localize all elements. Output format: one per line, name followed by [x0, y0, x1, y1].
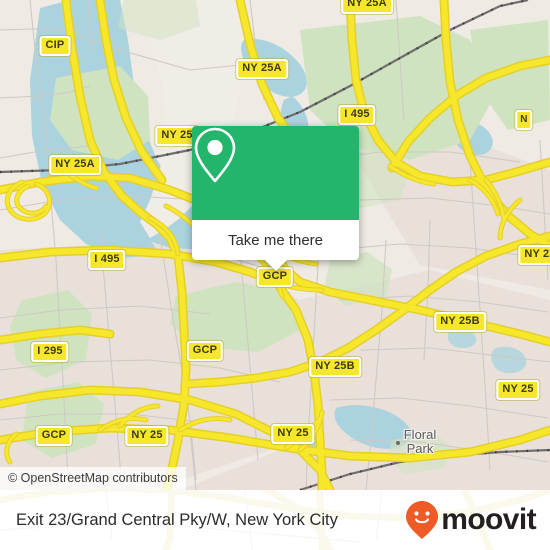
map-shield-label[interactable]: N — [515, 110, 533, 130]
map-shield-label[interactable]: NY 25A — [341, 0, 393, 14]
map-shield-label[interactable]: NY 25A — [236, 59, 288, 79]
map-shield-label[interactable]: NY 25 — [271, 424, 315, 444]
place-dot — [396, 441, 400, 445]
map-shield-label[interactable]: NY 25 — [518, 245, 550, 265]
map-shield-label[interactable]: I 295 — [31, 342, 69, 362]
map-pin-icon — [194, 127, 236, 183]
map-shield-label[interactable]: NY 25 — [496, 380, 540, 400]
location-address: Exit 23/Grand Central Pky/W, New York Ci… — [16, 510, 338, 529]
map-shield-label[interactable]: I 495 — [338, 105, 376, 125]
location-popup-card[interactable]: Take me there — [192, 126, 359, 271]
take-me-there-button[interactable]: Take me there — [192, 220, 359, 260]
map-shield-label[interactable]: NY 25 — [125, 426, 169, 446]
moovit-logo[interactable]: moovit — [405, 500, 537, 540]
map-shield-label[interactable]: NY 25B — [309, 357, 361, 377]
moovit-pin-smiley-icon — [406, 501, 439, 539]
map-canvas[interactable]: CIP NY 25A NY 25A NY 25A NY 25 I 495 N I… — [0, 0, 550, 490]
take-me-there-label: Take me there — [227, 231, 324, 249]
map-shield-label[interactable]: I 495 — [88, 250, 126, 270]
popup-image-area — [192, 126, 359, 220]
footer-bar: Exit 23/Grand Central Pky/W, New York Ci… — [0, 490, 550, 550]
screenshot-root: CIP NY 25A NY 25A NY 25A NY 25 I 495 N I… — [0, 0, 550, 550]
map-shield-label[interactable]: NY 25A — [49, 155, 101, 175]
popup-tail — [264, 260, 287, 271]
map-shield-label[interactable]: NY 25B — [434, 312, 486, 332]
map-shield-label[interactable]: GCP — [35, 426, 73, 446]
moovit-wordmark: moovit — [441, 503, 536, 536]
map-shield-label[interactable]: GCP — [186, 341, 224, 361]
map-attribution[interactable]: © OpenStreetMap contributors — [0, 467, 186, 490]
map-shield-label[interactable]: CIP — [39, 36, 71, 56]
